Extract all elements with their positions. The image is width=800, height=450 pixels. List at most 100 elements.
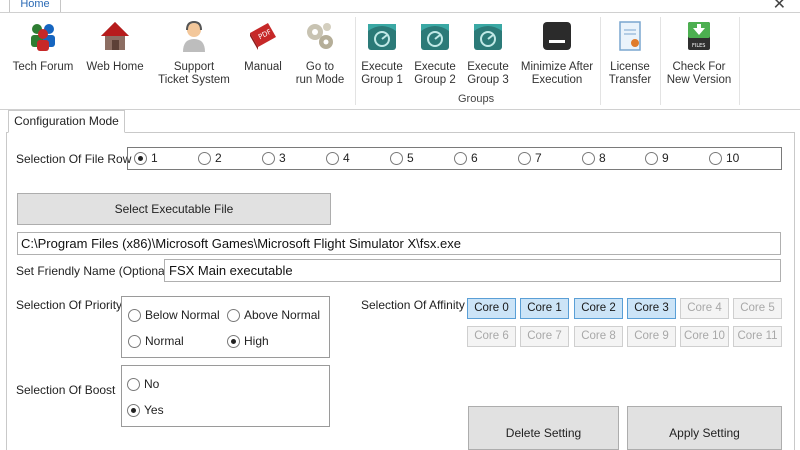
support-ticket-button[interactable]: Support Ticket System [154, 19, 234, 87]
radio-dot [390, 151, 403, 165]
core-7-toggle[interactable]: Core 7 [520, 326, 569, 347]
radio-dot [227, 334, 240, 348]
core-3-toggle[interactable]: Core 3 [627, 298, 676, 319]
file-row-radio-8[interactable]: 8 [582, 151, 606, 165]
home-icon [101, 22, 129, 50]
radio-label: Yes [144, 403, 164, 417]
license-transfer-button[interactable]: License Transfer [604, 19, 656, 87]
manual-button[interactable]: PDF Manual [240, 19, 286, 74]
radio-label: No [144, 377, 160, 391]
radio-label: 3 [279, 151, 286, 165]
priority-radio-normal[interactable]: Normal [128, 334, 184, 348]
executable-path-field[interactable]: C:\Program Files (x86)\Microsoft Games\M… [17, 232, 781, 255]
file-row-radio-7[interactable]: 7 [518, 151, 542, 165]
ribbon-separator [355, 17, 356, 105]
boost-label: Selection Of Boost [16, 383, 116, 397]
priority-radio-high[interactable]: High [227, 334, 269, 348]
file-row-radio-10[interactable]: 10 [709, 151, 739, 165]
tech-forum-button[interactable]: Tech Forum [8, 19, 78, 74]
execute-group-2-button[interactable]: Execute Group 2 [411, 19, 459, 87]
download-file-icon: FILES [688, 22, 710, 50]
check-new-version-button[interactable]: FILES Check For New Version [664, 19, 734, 87]
file-row-radio-5[interactable]: 5 [390, 151, 414, 165]
file-row-radio-6[interactable]: 6 [454, 151, 478, 165]
radio-label: 7 [535, 151, 542, 165]
file-row-radio-4[interactable]: 4 [326, 151, 350, 165]
radio-dot [227, 308, 240, 322]
ribbon-separator [739, 17, 740, 105]
core-2-toggle[interactable]: Core 2 [574, 298, 623, 319]
radio-label: High [244, 334, 269, 348]
file-row-label: Selection Of File Row [16, 152, 132, 166]
core-10-toggle[interactable]: Core 10 [680, 326, 729, 347]
svg-text:FILES: FILES [692, 43, 705, 49]
core-11-toggle[interactable]: Core 11 [733, 326, 782, 347]
core-5-toggle[interactable]: Core 5 [733, 298, 782, 319]
web-home-label: Web Home [86, 61, 144, 73]
priority-radio-above-normal[interactable]: Above Normal [227, 308, 320, 322]
gears-icon [307, 23, 333, 49]
radio-label: 4 [343, 151, 350, 165]
minimize-after-execution-label: Minimize After Execution [520, 61, 594, 86]
execute-group-icon [474, 24, 502, 50]
core-4-toggle[interactable]: Core 4 [680, 298, 729, 319]
pdf-manual-icon: PDF [250, 23, 276, 50]
boost-radio-yes[interactable]: Yes [127, 403, 164, 417]
boost-radio-no[interactable]: No [127, 377, 159, 391]
ribbon-tab-bar: Home ✕ [0, 0, 800, 13]
radio-label: 2 [215, 151, 222, 165]
core-8-toggle[interactable]: Core 8 [574, 326, 623, 347]
radio-label: Normal [145, 334, 184, 348]
execute-group-1-button[interactable]: Execute Group 1 [358, 19, 406, 87]
web-home-button[interactable]: Web Home [84, 19, 146, 74]
support-person-icon [183, 20, 205, 52]
check-new-version-label: Check For New Version [666, 61, 732, 86]
radio-label: Below Normal [145, 308, 220, 322]
priority-radio-group [121, 296, 330, 358]
license-certificate-icon [619, 21, 641, 51]
radio-label: 1 [151, 151, 158, 165]
radio-dot [709, 151, 722, 165]
radio-label: 8 [599, 151, 606, 165]
execute-group-3-label: Execute Group 3 [467, 61, 509, 86]
priority-radio-below-normal[interactable]: Below Normal [128, 308, 220, 322]
core-0-toggle[interactable]: Core 0 [467, 298, 516, 319]
priority-label: Selection Of Priority [16, 298, 123, 312]
tab-configuration-mode[interactable]: Configuration Mode [8, 110, 125, 133]
minimize-after-execution-button[interactable]: Minimize After Execution [517, 19, 597, 87]
apply-setting-button[interactable]: Apply Setting [627, 406, 782, 450]
users-icon [31, 24, 55, 51]
execute-group-3-button[interactable]: Execute Group 3 [464, 19, 512, 87]
execute-group-icon [421, 24, 449, 50]
core-1-toggle[interactable]: Core 1 [520, 298, 569, 319]
affinity-label: Selection Of Affinity [361, 298, 465, 312]
radio-label: 9 [662, 151, 669, 165]
radio-label: 5 [407, 151, 414, 165]
delete-setting-button[interactable]: Delete Setting [468, 406, 619, 450]
minimize-window-icon [543, 22, 571, 50]
radio-label: 10 [726, 151, 740, 165]
manual-label: Manual [244, 61, 282, 73]
core-6-toggle[interactable]: Core 6 [467, 326, 516, 347]
file-row-radio-3[interactable]: 3 [262, 151, 286, 165]
radio-dot [134, 151, 147, 165]
run-mode-button[interactable]: Go to run Mode [292, 19, 348, 87]
execute-group-2-label: Execute Group 2 [414, 61, 456, 86]
radio-dot [128, 308, 141, 322]
radio-dot [127, 377, 140, 391]
friendly-name-label: Set Friendly Name (Optional) [16, 264, 172, 278]
radio-dot [128, 334, 141, 348]
file-row-radio-1[interactable]: 1 [134, 151, 158, 165]
radio-dot [582, 151, 595, 165]
select-executable-button[interactable]: Select Executable File [17, 193, 331, 225]
radio-dot [326, 151, 339, 165]
execute-group-icon [368, 24, 396, 50]
radio-dot [127, 403, 140, 417]
ribbon-separator [600, 17, 601, 105]
friendly-name-input[interactable]: FSX Main executable [164, 259, 781, 282]
file-row-radio-9[interactable]: 9 [645, 151, 669, 165]
file-row-radio-2[interactable]: 2 [198, 151, 222, 165]
license-transfer-label: License Transfer [608, 61, 652, 86]
radio-dot [262, 151, 275, 165]
core-9-toggle[interactable]: Core 9 [627, 326, 676, 347]
